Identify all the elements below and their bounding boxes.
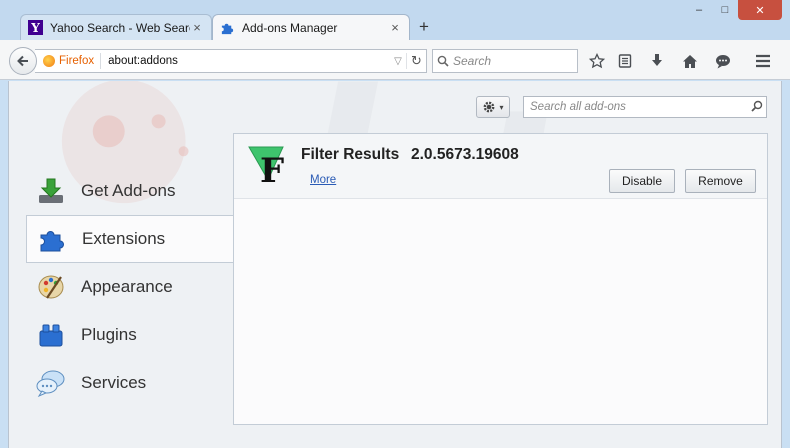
addon-name: Filter Results	[301, 146, 400, 163]
category-plugins[interactable]: Plugins	[26, 311, 234, 359]
tab-label: Add-ons Manager	[242, 20, 338, 35]
puzzle-icon	[37, 224, 67, 254]
history-dropmarker-icon[interactable]: ▽	[390, 56, 406, 67]
category-appearance[interactable]: Appearance	[26, 263, 234, 311]
window-controls: – □ ✕	[686, 0, 782, 20]
chat-bubbles-icon	[36, 368, 66, 398]
tab-addons-manager[interactable]: Add-ons Manager ×	[212, 14, 410, 41]
addons-search-placeholder: Search all add-ons	[530, 101, 626, 113]
chevron-down-icon: ▾	[499, 102, 504, 112]
tab-close-icon[interactable]: ×	[388, 20, 402, 35]
yahoo-favicon-icon: Y	[28, 20, 43, 35]
reload-icon[interactable]: ↻	[406, 53, 426, 69]
downloads-icon[interactable]	[646, 50, 668, 72]
category-label: Services	[81, 373, 147, 392]
url-bar[interactable]: Firefox about:addons ▽ ↻	[35, 49, 427, 73]
search-placeholder: Search	[453, 54, 492, 68]
navigation-toolbar: Firefox about:addons ▽ ↻ Search	[0, 40, 790, 80]
identity-box[interactable]: Firefox	[35, 53, 102, 69]
addons-manager-page: ▾ Search all add-ons Get Add-ons Extensi…	[8, 81, 782, 448]
search-icon[interactable]	[748, 100, 766, 115]
identity-label: Firefox	[59, 55, 95, 67]
svg-text:F: F	[260, 151, 284, 186]
addon-logo-icon: F	[248, 146, 284, 186]
palette-icon	[36, 272, 66, 302]
back-arrow-icon	[17, 55, 28, 67]
category-label: Plugins	[81, 325, 137, 344]
close-window-icon[interactable]: ✕	[738, 0, 782, 20]
addon-more-link[interactable]: More	[310, 174, 336, 186]
category-get-addons[interactable]: Get Add-ons	[26, 167, 234, 215]
new-tab-icon[interactable]: +	[414, 17, 434, 37]
addons-search-input[interactable]: Search all add-ons	[523, 96, 767, 118]
chat-icon[interactable]	[712, 50, 734, 72]
search-icon[interactable]	[433, 55, 453, 67]
category-label: Appearance	[81, 277, 173, 296]
menu-hamburger-icon[interactable]	[752, 50, 774, 72]
plugin-blocks-icon	[36, 320, 66, 350]
category-extensions[interactable]: Extensions	[26, 215, 235, 263]
category-services[interactable]: Services	[26, 359, 234, 407]
tools-gear-button[interactable]: ▾	[476, 96, 510, 118]
firefox-logo-icon	[43, 55, 55, 67]
category-list: Get Add-ons Extensions Appearance Plugin…	[26, 167, 235, 407]
tab-close-icon[interactable]: ×	[190, 20, 204, 35]
remove-button[interactable]: Remove	[685, 169, 756, 193]
addon-version: 2.0.5673.19608	[411, 146, 519, 163]
category-label: Get Add-ons	[81, 181, 176, 200]
download-icon	[36, 176, 66, 206]
tab-label: Yahoo Search - Web Search	[50, 20, 190, 35]
category-label: Extensions	[82, 229, 166, 248]
restore-icon[interactable]: □	[712, 0, 738, 20]
tab-yahoo-search[interactable]: Y Yahoo Search - Web Search ×	[20, 14, 212, 41]
minimize-icon[interactable]: –	[686, 0, 712, 20]
bookmarks-menu-icon[interactable]	[614, 50, 636, 72]
disable-button[interactable]: Disable	[609, 169, 675, 193]
tab-strip: Y Yahoo Search - Web Search × Add-ons Ma…	[0, 0, 790, 41]
url-input[interactable]: about:addons	[101, 55, 390, 67]
web-search-input[interactable]: Search	[432, 49, 578, 73]
gear-icon	[484, 101, 495, 113]
addon-item[interactable]: F Filter Results 2.0.5673.19608 More Dis…	[234, 134, 767, 199]
back-button[interactable]	[9, 47, 37, 75]
home-icon[interactable]	[679, 50, 701, 72]
addon-list: F Filter Results 2.0.5673.19608 More Dis…	[233, 133, 768, 425]
puzzle-favicon-icon	[221, 23, 234, 35]
bookmark-star-icon[interactable]	[586, 50, 608, 72]
